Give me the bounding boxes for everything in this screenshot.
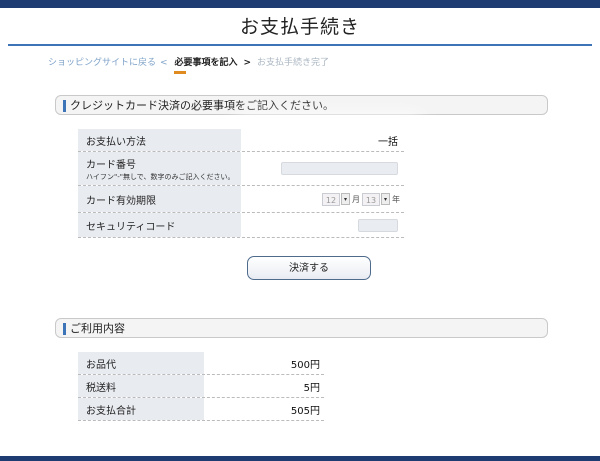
order-section-heading-text: ご利用内容: [70, 322, 125, 335]
shipping-fee-label: 税送料: [78, 375, 204, 397]
shipping-fee-value: 5円: [303, 382, 320, 394]
chevron-down-icon[interactable]: ▾: [341, 193, 350, 205]
payment-method-row: お支払い方法 一括: [78, 129, 404, 152]
item-price-row: お品代 500円: [78, 352, 324, 375]
total-row: お支払合計 505円: [78, 398, 324, 421]
expiry-month-select[interactable]: 12: [322, 192, 340, 206]
card-number-note: ハイフン"-"無しで、数字のみご記入ください。: [86, 172, 235, 181]
chevron-down-icon[interactable]: ▾: [381, 193, 390, 205]
payment-section-heading: クレジットカード決済の必要事項をご記入ください。: [55, 95, 548, 115]
payment-section-heading-text: クレジットカード決済の必要事項をご記入ください。: [70, 99, 334, 112]
bottom-border-bar: [0, 456, 600, 461]
security-code-row: セキュリティコード: [78, 213, 404, 238]
card-number-label: カード番号 ハイフン"-"無しで、数字のみご記入ください。: [78, 152, 241, 185]
item-price-label: お品代: [78, 352, 204, 374]
card-expiry-row: カード有効期限 12 ▾ 月 13 ▾ 年: [78, 186, 404, 213]
payment-method-label: お支払い方法: [78, 129, 241, 151]
total-value: 505円: [290, 405, 320, 417]
security-code-label: セキュリティコード: [78, 213, 241, 237]
expiry-year-unit: 年: [392, 194, 400, 204]
order-section-heading: ご利用内容: [55, 318, 548, 338]
expiry-year-select[interactable]: 13: [362, 192, 380, 206]
card-number-row: カード番号 ハイフン"-"無しで、数字のみご記入ください。: [78, 152, 404, 186]
heading-accent-bar: [63, 323, 66, 335]
breadcrumb-separator: <: [160, 58, 168, 68]
breadcrumb-next-step: お支払手続き完了: [257, 58, 330, 68]
item-price-value: 500円: [290, 359, 320, 371]
security-code-input[interactable]: [358, 218, 398, 232]
top-border-bar: [0, 0, 600, 8]
card-number-input[interactable]: [281, 162, 398, 175]
shipping-fee-row: 税送料 5円: [78, 375, 324, 398]
breadcrumb-current-step: 必要事項を記入: [174, 58, 238, 68]
page-title: お支払手続き: [239, 16, 360, 38]
breadcrumb-arrow: >: [243, 58, 251, 68]
title-divider: [8, 44, 592, 46]
total-label: お支払合計: [78, 398, 204, 420]
card-expiry-label: カード有効期限: [78, 186, 241, 212]
submit-payment-button[interactable]: 決済する: [247, 256, 371, 280]
payment-method-value: 一括: [378, 136, 398, 148]
back-to-shop-link[interactable]: ショッピングサイトに戻る: [48, 58, 156, 68]
heading-accent-bar: [63, 100, 66, 112]
breadcrumb: ショッピングサイトに戻る < 必要事項を記入 > お支払手続き完了: [48, 55, 329, 68]
expiry-month-unit: 月: [352, 194, 360, 204]
